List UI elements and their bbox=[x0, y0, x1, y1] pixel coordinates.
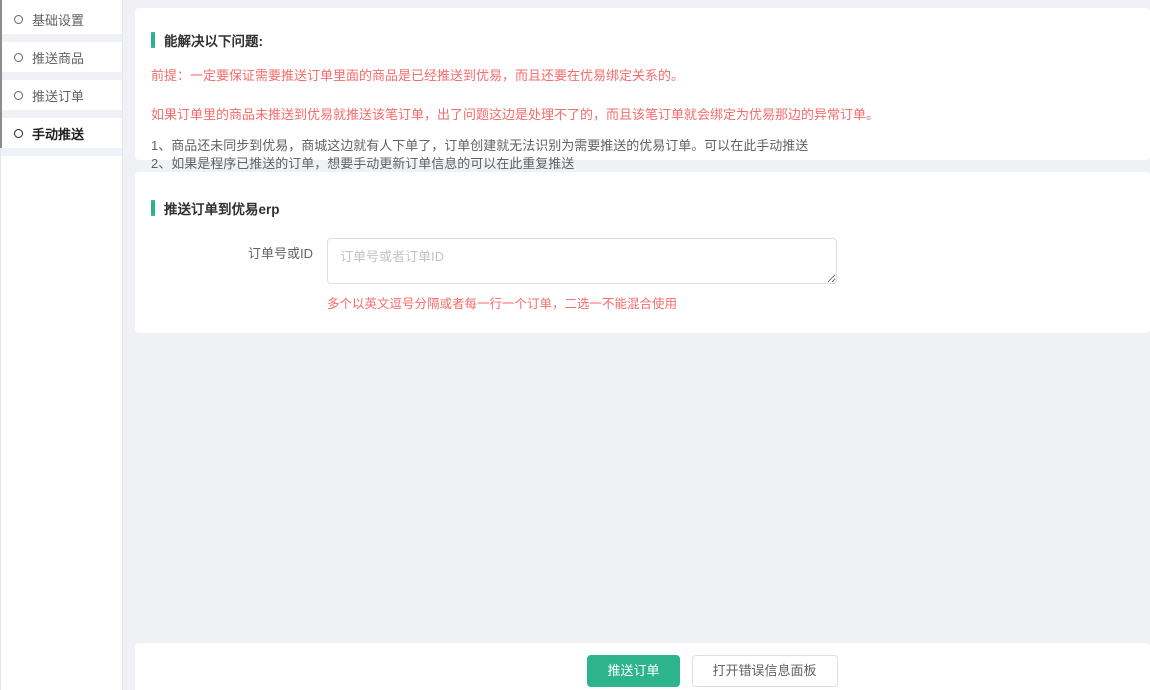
main-content: 能解决以下问题: 前提：一定要保证需要推送订单里面的商品是已经推送到优易，而且还… bbox=[123, 0, 1150, 690]
sidebar-divider bbox=[0, 34, 122, 42]
sidebar-item-label: 手动推送 bbox=[32, 124, 84, 143]
radio-circle-icon bbox=[14, 91, 23, 100]
sidebar-item-label: 推送订单 bbox=[32, 86, 84, 105]
note-line-2: 2、如果是程序已推送的订单，想要手动更新订单信息的可以在此重复推送 bbox=[151, 155, 1134, 173]
sidebar-left-border-light bbox=[0, 148, 1, 690]
sidebar-item-push-products[interactable]: 推送商品 bbox=[0, 42, 122, 72]
warning-consequence: 如果订单里的商品未推送到优易就推送该笔订单，出了问题这边是处理不了的，而且该笔订… bbox=[151, 102, 1134, 128]
note-line-1: 1、商品还未同步到优易，商城这边就有人下单了，订单创建就无法识别为需要推送的优易… bbox=[151, 137, 1134, 155]
push-order-card-title-text: 推送订单到优易erp bbox=[164, 198, 280, 218]
info-card-title-text: 能解决以下问题: bbox=[164, 30, 263, 50]
sidebar-item-label: 基础设置 bbox=[32, 10, 84, 29]
sidebar-item-label: 推送商品 bbox=[32, 48, 84, 67]
sidebar-left-border-dark bbox=[0, 0, 2, 148]
green-accent-bar bbox=[151, 200, 155, 216]
sidebar-item-basic-settings[interactable]: 基础设置 bbox=[0, 4, 122, 34]
radio-circle-icon bbox=[14, 53, 23, 62]
radio-circle-icon bbox=[14, 15, 23, 24]
action-bar: 推送订单 打开错误信息面板 bbox=[135, 643, 1150, 690]
info-card-title: 能解决以下问题: bbox=[151, 30, 1134, 50]
sidebar-item-manual-push[interactable]: 手动推送 bbox=[0, 118, 122, 148]
sidebar-divider bbox=[0, 72, 122, 80]
radio-circle-icon bbox=[14, 129, 23, 138]
sidebar: 基础设置 推送商品 推送订单 手动推送 bbox=[0, 0, 123, 690]
order-id-textarea[interactable] bbox=[327, 238, 837, 284]
sidebar-item-push-orders[interactable]: 推送订单 bbox=[0, 80, 122, 110]
sidebar-divider bbox=[0, 110, 122, 118]
open-error-panel-button[interactable]: 打开错误信息面板 bbox=[692, 655, 838, 687]
order-id-hint: 多个以英文逗号分隔或者每一行一个订单，二选一不能混合使用 bbox=[327, 293, 1134, 312]
info-card: 能解决以下问题: 前提：一定要保证需要推送订单里面的商品是已经推送到优易，而且还… bbox=[135, 8, 1150, 160]
warning-precondition: 前提：一定要保证需要推送订单里面的商品是已经推送到优易，而且还要在优易绑定关系的… bbox=[151, 63, 1134, 89]
push-order-card: 推送订单到优易erp 订单号或ID 多个以英文逗号分隔或者每一行一个订单，二选一… bbox=[135, 172, 1150, 333]
push-order-card-title: 推送订单到优易erp bbox=[151, 198, 1134, 218]
green-accent-bar bbox=[151, 32, 155, 48]
sidebar-divider bbox=[0, 148, 122, 156]
order-id-label: 订单号或ID bbox=[151, 244, 327, 264]
push-order-button[interactable]: 推送订单 bbox=[587, 655, 679, 687]
